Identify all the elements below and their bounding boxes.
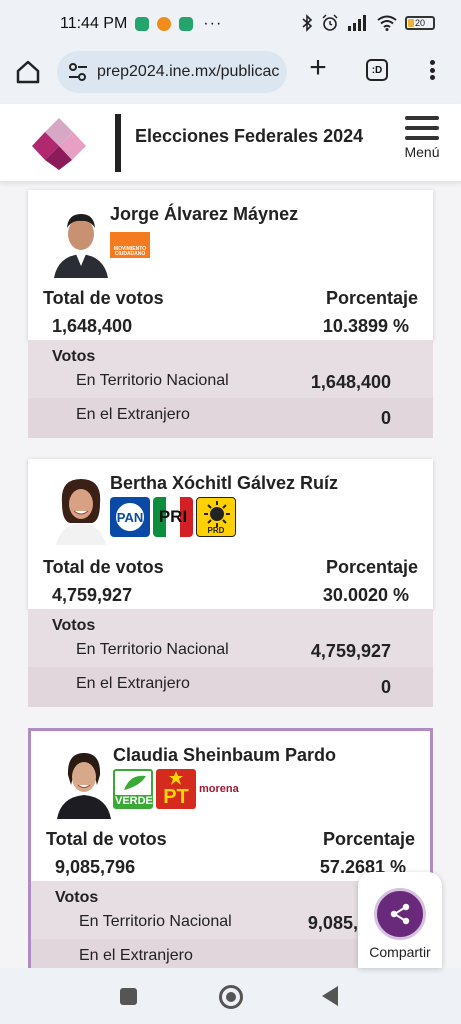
browser-menu-icon[interactable] (424, 56, 440, 84)
new-tab-icon[interactable]: + (304, 53, 332, 83)
candidate-photo (52, 471, 110, 545)
header-divider (115, 114, 121, 172)
pan-logo: PAN (110, 497, 150, 537)
url-text[interactable]: prep2024.ine.mx/publicac (97, 63, 279, 81)
total-votes-label: Total de votos (46, 829, 167, 849)
clock: 11:44 PM (60, 15, 128, 32)
system-nav-bar (0, 968, 461, 1024)
site-settings-icon[interactable] (67, 61, 89, 83)
page-title: Elecciones Federales 2024 (135, 126, 364, 146)
browser-toolbar: prep2024.ine.mx/publicac + :D (0, 48, 461, 104)
shield-app-icon (179, 17, 194, 31)
hamburger-icon (405, 116, 439, 140)
total-votes-value: 9,085,796 (55, 857, 136, 877)
status-bar: 11:44 PM ··· 20 (0, 0, 461, 48)
menu-button[interactable]: Menú (402, 116, 442, 160)
national-votes-value: 4,759,927 (310, 641, 391, 661)
votes-breakdown: Votos En Territorio Nacional 4,759,927 E… (28, 609, 433, 707)
share-button[interactable] (374, 888, 426, 940)
results-list[interactable]: Jorge Álvarez Máynez MOVIMIENTO CIUDADAN… (0, 182, 461, 968)
abroad-votes-label: En el Extranjero (79, 947, 193, 964)
candidate-card: Jorge Álvarez Máynez MOVIMIENTO CIUDADAN… (28, 190, 433, 438)
home-icon[interactable] (14, 58, 42, 86)
percentage-label: Porcentaje (325, 288, 418, 308)
menu-label: Menú (404, 144, 440, 160)
share-panel: Compartir (358, 872, 442, 968)
percentage-label: Porcentaje (325, 557, 418, 577)
percentage-value: 30.0020 % (322, 585, 409, 605)
bluetooth-icon (302, 14, 313, 32)
battery-icon: 20 (405, 16, 435, 30)
national-votes-value: 1,648,400 (310, 372, 391, 392)
national-votes-label: En Territorio Nacional (79, 913, 232, 930)
ine-logo-icon[interactable] (32, 116, 86, 170)
more-dots-icon: ··· (203, 15, 223, 32)
morena-logo: morena (199, 783, 239, 795)
candidate-card: Bertha Xóchitl Gálvez Ruíz PAN PRI PRD T… (28, 459, 433, 707)
verde-logo: VERDE (113, 769, 153, 809)
votes-breakdown: Votos En Territorio Nacional 1,648,400 E… (28, 340, 433, 438)
total-votes-label: Total de votos (43, 288, 164, 308)
candidate-name: Bertha Xóchitl Gálvez Ruíz (110, 473, 339, 493)
alarm-icon (322, 14, 338, 31)
total-votes-value: 4,759,927 (52, 585, 133, 605)
candidate-photo (52, 204, 110, 278)
abroad-votes-value: 0 (380, 677, 391, 697)
candidate-name: Claudia Sheinbaum Pardo (113, 745, 337, 765)
total-votes-value: 1,648,400 (52, 316, 133, 336)
candidate-name: Jorge Álvarez Máynez (110, 204, 299, 224)
prd-logo: PRD (196, 497, 236, 537)
abroad-votes-label: En el Extranjero (76, 675, 190, 692)
address-bar[interactable]: prep2024.ine.mx/publicac (57, 51, 287, 93)
back-icon[interactable] (322, 986, 338, 1006)
national-votes-label: En Territorio Nacional (76, 641, 229, 658)
abroad-votes-row: En el Extranjero 0 (28, 398, 433, 438)
national-votes-row: En Territorio Nacional 4,759,927 (28, 631, 433, 671)
signal-icon (348, 15, 366, 31)
share-icon (390, 903, 410, 925)
orange-app-icon (157, 17, 172, 31)
total-votes-label: Total de votos (43, 557, 164, 577)
battery-level: 20 (414, 18, 425, 28)
percentage-label: Porcentaje (322, 829, 415, 849)
share-label[interactable]: Compartir (358, 944, 442, 960)
national-votes-row: En Territorio Nacional 1,648,400 (28, 362, 433, 402)
pri-logo: PRI (153, 497, 193, 537)
abroad-votes-label: En el Extranjero (76, 406, 190, 423)
abroad-votes-row: En el Extranjero 0 (28, 667, 433, 707)
home-nav-icon[interactable] (219, 985, 243, 1009)
abroad-votes-value: 0 (380, 408, 391, 428)
national-votes-label: En Territorio Nacional (76, 372, 229, 389)
pt-logo: PT (156, 769, 196, 809)
tab-switcher-button[interactable]: :D (366, 59, 388, 81)
movimiento-ciudadano-logo: MOVIMIENTO CIUDADANO (110, 232, 150, 258)
shield-app-icon (135, 17, 150, 31)
recent-apps-icon[interactable] (120, 988, 137, 1005)
site-header: Elecciones Federales 2024 Menú (0, 104, 461, 182)
candidate-photo (55, 745, 113, 819)
wifi-icon (377, 15, 397, 31)
percentage-value: 10.3899 % (322, 316, 409, 336)
